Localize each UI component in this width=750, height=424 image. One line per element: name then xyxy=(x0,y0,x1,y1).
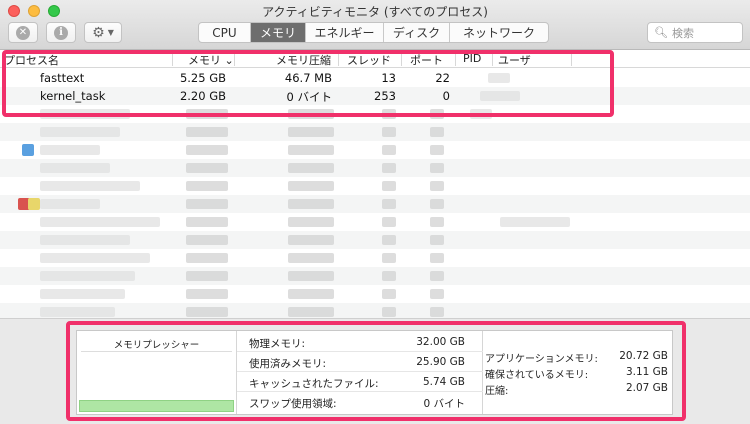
memory-breakdown: アプリケーションメモリ: 20.72 GB 確保されているメモリ: 3.11 G… xyxy=(483,331,672,414)
column-ports[interactable]: ポート xyxy=(410,52,443,68)
process-table: プロセス名 メモリ ⌄ メモリ圧縮 スレッド ポート PID ユーザ fastt… xyxy=(0,50,750,321)
tab-disk[interactable]: ディスク xyxy=(384,23,450,42)
tab-network[interactable]: ネットワーク xyxy=(450,23,548,42)
blurred-row xyxy=(0,123,750,141)
breakdown-value: 20.72 GB xyxy=(619,350,668,362)
info-icon: i xyxy=(54,25,68,40)
redacted-user xyxy=(488,73,510,83)
memory-pressure-graph: メモリプレッシャー xyxy=(77,331,237,414)
blurred-row xyxy=(0,159,750,177)
redacted-user xyxy=(480,91,520,101)
column-memory[interactable]: メモリ ⌄ xyxy=(188,52,234,68)
stat-label: スワップ使用領域: xyxy=(249,398,337,410)
stat-label: 使用済みメモリ: xyxy=(249,358,327,370)
table-row[interactable]: fasttext 5.25 GB 46.7 MB 13 22 xyxy=(0,69,750,87)
blurred-row xyxy=(0,231,750,249)
column-compressed-memory[interactable]: メモリ圧縮 xyxy=(276,52,331,68)
breakdown-label: 確保されているメモリ: xyxy=(485,370,589,381)
ports-value: 22 xyxy=(435,71,450,85)
table-header: プロセス名 メモリ ⌄ メモリ圧縮 スレッド ポート PID ユーザ xyxy=(0,50,750,68)
stat-label: 物理メモリ: xyxy=(249,338,306,350)
process-name: fasttext xyxy=(40,71,85,85)
column-pid[interactable]: PID xyxy=(463,52,481,65)
memory-value: 2.20 GB xyxy=(179,89,226,103)
stat-value: 25.90 GB xyxy=(416,356,465,368)
blurred-row xyxy=(0,213,750,231)
tab-memory[interactable]: メモリ xyxy=(251,23,306,42)
memory-summary-panel: メモリプレッシャー 物理メモリ: 32.00 GB 使用済みメモリ: 25.90… xyxy=(76,330,673,415)
breakdown-row: 確保されているメモリ: 3.11 GB xyxy=(483,365,672,381)
gear-icon: ⚙ xyxy=(92,24,105,41)
stat-row: スワップ使用領域: 0 バイト xyxy=(237,392,483,412)
search-field[interactable]: 🔍︎ 検索 xyxy=(647,22,743,43)
chevron-down-icon: ▼ xyxy=(107,28,114,37)
tab-energy[interactable]: エネルギー xyxy=(306,23,384,42)
stat-row: 物理メモリ: 32.00 GB xyxy=(237,332,483,352)
breakdown-value: 3.11 GB xyxy=(625,366,668,378)
blurred-row xyxy=(0,105,750,123)
stat-value: 5.74 GB xyxy=(422,376,465,388)
tab-cpu[interactable]: CPU xyxy=(199,23,251,42)
process-name: kernel_task xyxy=(40,89,106,103)
window-title: アクティビティモニタ (すべてのプロセス) xyxy=(262,5,488,19)
column-user[interactable]: ユーザ xyxy=(498,52,531,68)
breakdown-row: 圧縮: 2.07 GB xyxy=(483,381,672,397)
compressed-value: 46.7 MB xyxy=(284,71,332,85)
memory-pressure-title: メモリプレッシャー xyxy=(113,340,200,351)
window-toolbar: アクティビティモニタ (すべてのプロセス) ✕ i ⚙ ▼ CPU メモリ エネ… xyxy=(0,0,750,50)
blurred-row xyxy=(0,267,750,285)
inspect-process-button[interactable]: i xyxy=(46,22,76,43)
stat-value: 0 バイト xyxy=(423,398,465,410)
tab-bar: CPU メモリ エネルギー ディスク ネットワーク xyxy=(198,22,549,43)
stop-process-button[interactable]: ✕ xyxy=(8,22,38,43)
search-icon: 🔍︎ xyxy=(654,26,668,39)
breakdown-value: 2.07 GB xyxy=(625,382,668,394)
stat-row: キャッシュされたファイル: 5.74 GB xyxy=(237,372,483,392)
breakdown-label: 圧縮: xyxy=(485,386,509,397)
stat-label: キャッシュされたファイル: xyxy=(249,378,379,390)
breakdown-row: アプリケーションメモリ: 20.72 GB xyxy=(483,349,672,365)
blurred-row xyxy=(0,141,750,159)
table-row[interactable]: kernel_task 2.20 GB 0 バイト 253 0 xyxy=(0,87,750,105)
memory-pressure-bar xyxy=(79,400,234,412)
action-menu-button[interactable]: ⚙ ▼ xyxy=(84,22,122,43)
sort-descending-icon: ⌄ xyxy=(224,54,234,67)
threads-value: 13 xyxy=(381,71,396,85)
ports-value: 0 xyxy=(442,89,450,103)
blurred-row xyxy=(0,195,750,213)
column-process-name[interactable]: プロセス名 xyxy=(4,52,59,68)
blurred-row xyxy=(0,249,750,267)
stat-row: 使用済みメモリ: 25.90 GB xyxy=(237,352,483,372)
threads-value: 253 xyxy=(374,89,396,103)
stat-value: 32.00 GB xyxy=(416,336,465,348)
memory-value: 5.25 GB xyxy=(179,71,226,85)
stop-process-icon: ✕ xyxy=(16,25,30,40)
column-threads[interactable]: スレッド xyxy=(347,52,391,68)
search-placeholder: 検索 xyxy=(671,26,694,40)
blurred-row xyxy=(0,177,750,195)
blurred-row xyxy=(0,285,750,303)
breakdown-label: アプリケーションメモリ: xyxy=(485,354,598,365)
memory-stats: 物理メモリ: 32.00 GB 使用済みメモリ: 25.90 GB キャッシュさ… xyxy=(237,331,483,414)
compressed-value: 0 バイト xyxy=(286,90,332,104)
